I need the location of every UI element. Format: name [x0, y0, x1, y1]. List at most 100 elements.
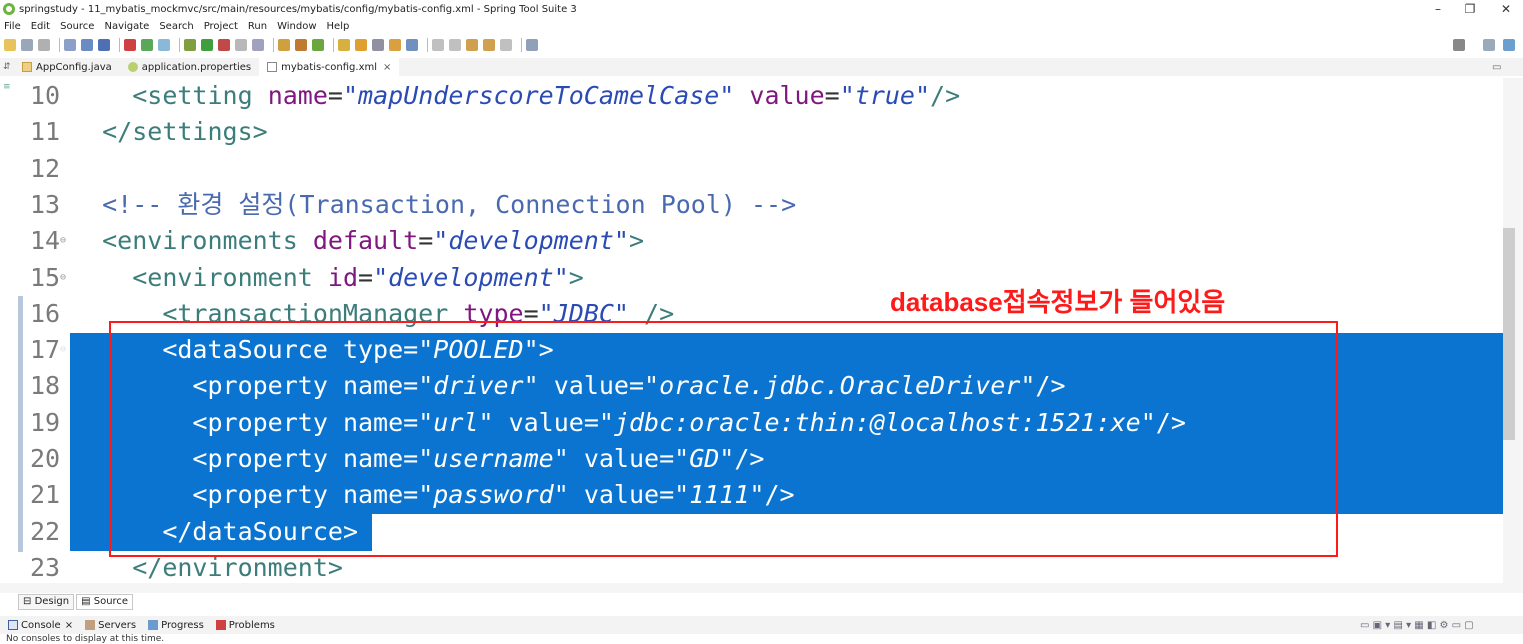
open-type-icon[interactable] [338, 39, 350, 51]
new-server-icon[interactable] [278, 39, 290, 51]
minimize-editor-icon[interactable]: ▭ [1492, 62, 1501, 73]
spring-tool-suite-icon [3, 3, 15, 15]
maximize-button[interactable]: ❐ [1452, 0, 1488, 18]
fold-toggle-icon[interactable]: ⊖ [60, 332, 66, 368]
line-code: <environment id="development"> [132, 262, 584, 292]
restore-icon[interactable]: ⇵ [0, 62, 14, 72]
back-icon[interactable] [483, 39, 495, 51]
toolbar-separator [179, 38, 180, 52]
title-bar: springstudy - 11_mybatis_mockmvc/src/mai… [0, 0, 1523, 18]
menu-navigate[interactable]: Navigate [104, 21, 149, 32]
coverage-icon[interactable] [235, 39, 247, 51]
line-code: <setting name="mapUnderscoreToCamelCase"… [132, 81, 961, 110]
tab-problems[interactable]: Problems [215, 620, 275, 631]
save-icon[interactable] [21, 39, 33, 51]
editor-mode-tabs: ⊟ Design ▤ Source [18, 594, 135, 610]
tab-source[interactable]: ▤ Source [76, 594, 134, 610]
forward-icon[interactable] [500, 39, 512, 51]
java-perspective-icon[interactable] [1503, 39, 1515, 51]
menu-edit[interactable]: Edit [31, 21, 50, 32]
line-number: 12 [30, 153, 61, 183]
fold-toggle-icon[interactable]: ⊖ [60, 260, 66, 296]
external-tools-icon[interactable] [218, 39, 230, 51]
open-folder-icon[interactable] [355, 39, 367, 51]
code-line[interactable]: 10 <setting name="mapUnderscoreToCamelCa… [0, 78, 1503, 114]
search-icon[interactable] [1453, 39, 1465, 51]
pin-editor-icon[interactable] [526, 39, 538, 51]
scrollbar-thumb[interactable] [1503, 228, 1515, 440]
menu-help[interactable]: Help [327, 21, 350, 32]
xml-file-icon [267, 62, 278, 72]
toolbar-separator [119, 38, 120, 52]
last-edit-icon[interactable] [466, 39, 478, 51]
menu-run[interactable]: Run [248, 21, 267, 32]
save-all-icon[interactable] [38, 39, 50, 51]
close-button[interactable]: ✕ [1488, 0, 1523, 18]
tab-mybatis-config[interactable]: mybatis-config.xml × [259, 58, 400, 76]
refresh-icon[interactable] [141, 39, 153, 51]
code-line[interactable]: 15 ⊖ <environment id="development"> [0, 260, 1503, 296]
tab-design[interactable]: ⊟ Design [18, 594, 75, 610]
annotation-box [109, 321, 1338, 557]
line-code: <!-- 환경 설정(Transaction, Connection Pool)… [72, 189, 797, 219]
tab-appconfig[interactable]: AppConfig.java [14, 58, 120, 76]
fold-toggle-icon[interactable]: ⊖ [60, 223, 66, 259]
code-line[interactable]: 12 [0, 151, 1503, 187]
code-editor[interactable]: ≡ 10 <setting name="mapUnderscoreToCamel… [0, 78, 1523, 590]
console-icon[interactable] [98, 39, 110, 51]
main-toolbar [0, 34, 1523, 56]
horizontal-scrollbar[interactable] [0, 583, 1523, 593]
stop-icon[interactable] [124, 39, 136, 51]
line-number: 21 [30, 480, 61, 510]
next-annotation-icon[interactable] [432, 39, 444, 51]
tab-label: application.properties [141, 61, 252, 73]
new-spring-icon[interactable] [295, 39, 307, 51]
skip-icon[interactable] [158, 39, 170, 51]
console-view-toolbar[interactable]: ▭ ▣ ▾ ▤ ▾ ▦ ◧ ⚙ ▭ ▢ [1360, 620, 1474, 631]
menu-bar: File Edit Source Navigate Search Project… [0, 18, 1523, 34]
editor-tab-bar: ⇵ AppConfig.java application.properties … [0, 58, 1523, 76]
tab-servers[interactable]: Servers [85, 620, 136, 631]
console-message: No consoles to display at this time. [6, 634, 165, 644]
minimize-button[interactable]: – [1420, 0, 1456, 18]
line-number: 10 [30, 81, 61, 110]
toolbar-separator [333, 38, 334, 52]
line-number: 13 [30, 189, 61, 219]
globe-icon[interactable] [406, 39, 418, 51]
menu-file[interactable]: File [4, 21, 21, 32]
debug-icon[interactable] [184, 39, 196, 51]
run-icon[interactable] [201, 39, 213, 51]
task-icon[interactable] [389, 39, 401, 51]
new-class-icon[interactable] [312, 39, 324, 51]
menu-source[interactable]: Source [60, 21, 94, 32]
close-tab-icon[interactable]: × [383, 62, 391, 73]
tab-progress[interactable]: Progress [148, 620, 204, 631]
menu-search[interactable]: Search [159, 21, 193, 32]
tab-application-properties[interactable]: application.properties [120, 58, 259, 76]
line-code: <environments default="development"> [102, 226, 644, 256]
open-perspective-icon[interactable] [1483, 39, 1495, 51]
pencil-icon[interactable] [372, 39, 384, 51]
menu-project[interactable]: Project [204, 21, 238, 32]
prev-annotation-icon[interactable] [449, 39, 461, 51]
code-line[interactable]: 14 ⊖ <environments default="development"> [0, 223, 1503, 259]
terminal-icon[interactable] [81, 39, 93, 51]
code-line[interactable]: 13 <!-- 환경 설정(Transaction, Connection Po… [0, 187, 1503, 223]
console-icon [8, 620, 18, 630]
tab-label: AppConfig.java [36, 61, 112, 73]
code-line[interactable]: 11 </settings> [0, 114, 1503, 150]
tab-label: mybatis-config.xml [281, 61, 378, 73]
build-icon[interactable] [252, 39, 264, 51]
window-title: springstudy - 11_mybatis_mockmvc/src/mai… [19, 3, 577, 15]
tab-console[interactable]: Console × [8, 620, 73, 631]
source-tab-icon: ▤ [81, 596, 94, 607]
print-icon[interactable] [64, 39, 76, 51]
toolbar-separator [521, 38, 522, 52]
properties-file-icon [127, 62, 138, 72]
toolbar-separator [273, 38, 274, 52]
menu-window[interactable]: Window [277, 21, 316, 32]
line-number: 11 [30, 117, 61, 147]
close-console-icon[interactable]: × [65, 620, 73, 631]
new-icon[interactable] [4, 39, 16, 51]
